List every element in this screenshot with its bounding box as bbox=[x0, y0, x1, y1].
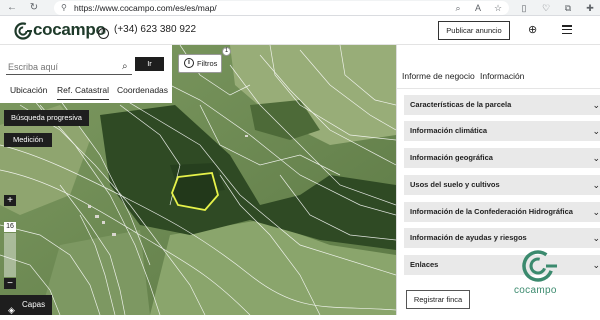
go-button[interactable]: Ir bbox=[135, 57, 164, 71]
favorites-bar-icon[interactable]: ♡ bbox=[540, 2, 552, 14]
accordion-label: Información geográfica bbox=[410, 153, 493, 162]
collections-icon[interactable]: ⧉ bbox=[562, 2, 574, 14]
chevron-down-icon: ⌄ bbox=[592, 180, 600, 190]
accordion-land-use[interactable]: Usos del suelo y cultivos ⌄ bbox=[404, 175, 600, 195]
tab-coordenadas[interactable]: Coordenadas bbox=[117, 85, 168, 95]
cocampo-logo-icon[interactable] bbox=[14, 22, 32, 40]
hamburger-menu-icon[interactable] bbox=[562, 25, 572, 35]
chevron-down-icon: ⌄ bbox=[592, 260, 600, 270]
tab-ref-catastral[interactable]: Ref. Catastral bbox=[57, 85, 109, 100]
zoom-level: 16 bbox=[4, 222, 16, 232]
site-header: cocampo ✆ (+34) 623 380 922 Publicar anun… bbox=[0, 16, 600, 45]
chevron-down-icon: ⌄ bbox=[592, 233, 600, 243]
layers-icon: ◈ bbox=[8, 305, 15, 315]
tab-business-report[interactable]: Informe de negocio bbox=[402, 71, 475, 81]
reload-icon[interactable]: ↻ bbox=[28, 2, 40, 14]
globe-icon[interactable]: ⊕ bbox=[528, 24, 540, 36]
accordion-label: Características de la parcela bbox=[410, 100, 512, 109]
cocampo-watermark-icon bbox=[522, 250, 557, 282]
accordion-parcel-characteristics[interactable]: Características de la parcela ⌄ bbox=[404, 95, 600, 115]
filters-button[interactable]: i Filtros bbox=[178, 54, 222, 73]
accordion-links[interactable]: Enlaces ⌄ bbox=[404, 255, 600, 275]
filter-count-badge: 1 bbox=[222, 47, 231, 56]
progressive-search-button[interactable]: Búsqueda progresiva bbox=[4, 110, 89, 126]
layers-label: Capas bbox=[22, 300, 46, 309]
accordion-geographic-info[interactable]: Información geográfica ⌄ bbox=[404, 148, 600, 168]
brand-watermark-text: cocampo bbox=[514, 285, 557, 296]
whatsapp-icon: ✆ bbox=[98, 28, 109, 39]
accordion-climate-info[interactable]: Información climática ⌄ bbox=[404, 121, 600, 141]
chevron-down-icon: ⌄ bbox=[592, 207, 600, 217]
tab-information[interactable]: Información bbox=[480, 71, 525, 89]
accordion-label: Enlaces bbox=[410, 260, 439, 269]
accordion-label: Información de ayudas y riesgos bbox=[410, 233, 527, 242]
accordion-label: Información climática bbox=[410, 126, 488, 135]
phone-number[interactable]: ✆ (+34) 623 380 922 bbox=[98, 24, 196, 39]
publish-ad-button[interactable]: Publicar anuncio bbox=[438, 21, 510, 40]
zoom-slider[interactable] bbox=[4, 233, 16, 277]
search-input[interactable] bbox=[6, 59, 132, 75]
chevron-down-icon: ⌄ bbox=[592, 153, 600, 163]
accordion-label: Información de la Confederación Hidrográ… bbox=[410, 207, 573, 216]
lock-icon: ⚲ bbox=[61, 3, 67, 12]
read-aloud-icon[interactable]: A bbox=[472, 2, 484, 14]
logo-text[interactable]: cocampo bbox=[33, 20, 106, 40]
register-farm-button[interactable]: Registrar finca bbox=[406, 290, 470, 309]
back-icon[interactable]: ← bbox=[6, 2, 18, 14]
zoom-icon[interactable]: ⌕ bbox=[452, 2, 464, 14]
measure-button[interactable]: Medición bbox=[4, 133, 52, 147]
zoom-in-button[interactable]: + bbox=[4, 195, 16, 206]
info-icon: i bbox=[184, 58, 194, 68]
chevron-down-icon: ⌄ bbox=[592, 126, 600, 136]
search-icon[interactable]: ⌕ bbox=[122, 61, 128, 72]
tab-ubicacion[interactable]: Ubicación bbox=[10, 85, 47, 95]
zoom-out-button[interactable]: − bbox=[4, 278, 16, 289]
layers-button[interactable]: ◈ Capas bbox=[0, 295, 52, 315]
extensions-icon[interactable]: ✚ bbox=[584, 2, 596, 14]
info-side-panel: Informe de negocio Información Caracterí… bbox=[396, 45, 600, 315]
search-panel: ⌕ Ir Ubicación Ref. Catastral Coordenada… bbox=[0, 45, 172, 103]
accordion-aid-risk-info[interactable]: Información de ayudas y riesgos ⌄ bbox=[404, 228, 600, 248]
accordion-label: Usos del suelo y cultivos bbox=[410, 180, 500, 189]
filters-label: Filtros bbox=[197, 59, 218, 68]
favorite-icon[interactable]: ☆ bbox=[492, 2, 504, 14]
accordion-hydrographic-info[interactable]: Información de la Confederación Hidrográ… bbox=[404, 202, 600, 222]
split-screen-icon[interactable]: ▯ bbox=[518, 2, 530, 14]
address-bar[interactable]: ⚲ https://www.cocampo.com/es/es/map/ bbox=[54, 1, 509, 15]
browser-toolbar: ← ↻ ⚲ https://www.cocampo.com/es/es/map/… bbox=[0, 0, 600, 16]
url-text: https://www.cocampo.com/es/es/map/ bbox=[74, 3, 217, 13]
phone-text: (+34) 623 380 922 bbox=[114, 24, 197, 35]
tabs-divider bbox=[397, 88, 600, 89]
chevron-down-icon: ⌄ bbox=[592, 100, 600, 110]
